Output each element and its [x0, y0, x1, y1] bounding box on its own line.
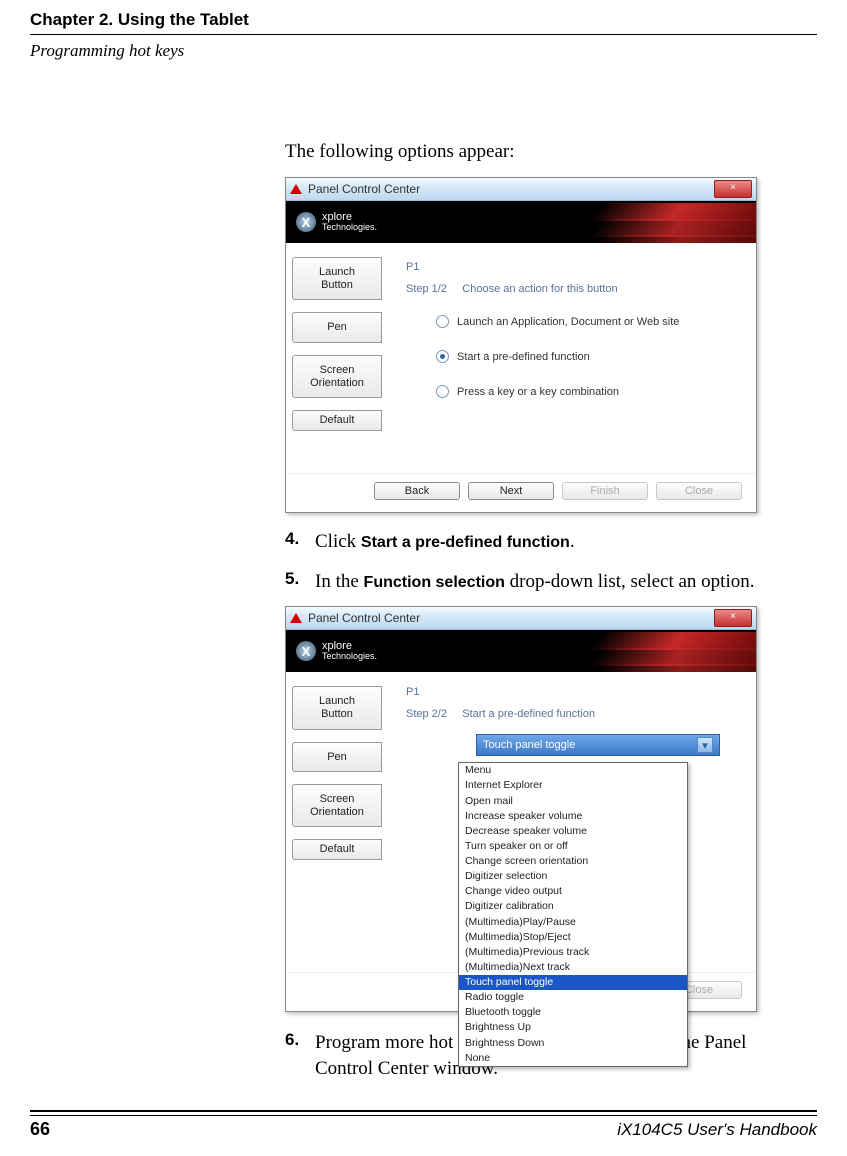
chevron-down-icon: ▾ — [697, 737, 713, 753]
step-indicator: Step 1/2 — [406, 283, 447, 295]
finish-button: Finish — [562, 482, 648, 500]
tab-pen[interactable]: Pen — [292, 742, 382, 773]
wizard-pane: P1 Step 2/2 Start a pre-defined function… — [388, 672, 756, 972]
section-subtitle: Programming hot keys — [30, 41, 817, 61]
radio-option-predefined[interactable]: Start a pre-defined function — [436, 350, 732, 363]
app-icon — [290, 613, 302, 623]
step-number: 6. — [285, 1030, 315, 1081]
dropdown-option[interactable]: Touch panel toggle — [459, 975, 687, 990]
dropdown-option[interactable]: Internet Explorer — [459, 778, 687, 793]
step-text: Click Start a pre-defined function. — [315, 529, 797, 555]
next-button[interactable]: Next — [468, 482, 554, 500]
combo-value: Touch panel toggle — [483, 739, 575, 751]
radio-label: Press a key or a key combination — [457, 386, 619, 398]
text-fragment: drop-down list, select an option. — [505, 571, 755, 592]
step-instruction: Choose an action for this button — [462, 283, 617, 295]
window-title: Panel Control Center — [308, 611, 714, 625]
text-fragment: In the — [315, 571, 364, 592]
tab-screen-orientation[interactable]: Screen Orientation — [292, 784, 382, 827]
dropdown-option[interactable]: (Multimedia)Stop/Eject — [459, 930, 687, 945]
step-5: 5. In the Function selection drop-down l… — [285, 569, 797, 595]
step-4: 4. Click Start a pre-defined function. — [285, 529, 797, 555]
step-number: 5. — [285, 569, 315, 595]
dropdown-option[interactable]: Brightness Up — [459, 1020, 687, 1035]
radio-icon — [436, 385, 449, 398]
radio-label: Launch an Application, Document or Web s… — [457, 316, 679, 328]
tab-screen-orientation[interactable]: Screen Orientation — [292, 355, 382, 398]
dropdown-option[interactable]: (Multimedia)Play/Pause — [459, 915, 687, 930]
close-icon[interactable]: × — [714, 609, 752, 627]
footer-rule-thin — [30, 1115, 817, 1116]
radio-option-launch-app[interactable]: Launch an Application, Document or Web s… — [436, 315, 732, 328]
dropdown-option[interactable]: Brightness Down — [459, 1036, 687, 1051]
header-rule — [30, 34, 817, 35]
tab-default[interactable]: Default — [292, 839, 382, 860]
brand-banner: X xplore Technologies. — [286, 630, 756, 672]
dropdown-option[interactable]: None — [459, 1051, 687, 1066]
dropdown-option[interactable]: Radio toggle — [459, 990, 687, 1005]
dropdown-option[interactable]: Open mail — [459, 794, 687, 809]
dropdown-option[interactable]: Increase speaker volume — [459, 809, 687, 824]
wizard-step-label: Step 1/2 Choose an action for this butto… — [406, 283, 732, 295]
screenshot-panel-2: Panel Control Center × X xplore Technolo… — [285, 606, 757, 1012]
brand-line2: Technologies. — [322, 652, 377, 662]
dropdown-option[interactable]: Bluetooth toggle — [459, 1005, 687, 1020]
banner-stripes — [586, 201, 756, 243]
tab-launch-button[interactable]: Launch Button — [292, 257, 382, 300]
dropdown-option[interactable]: Change screen orientation — [459, 854, 687, 869]
tab-launch-button[interactable]: Launch Button — [292, 686, 382, 729]
dropdown-option[interactable]: Menu — [459, 763, 687, 778]
dropdown-option[interactable]: (Multimedia)Previous track — [459, 945, 687, 960]
dialog-button-row: Back Next Finish Close — [286, 473, 756, 512]
button-id-label: P1 — [406, 686, 732, 698]
dropdown-option[interactable]: Decrease speaker volume — [459, 824, 687, 839]
dropdown-option[interactable]: Digitizer selection — [459, 869, 687, 884]
footer-book-title: iX104C5 User's Handbook — [617, 1120, 817, 1140]
dropdown-option[interactable]: Change video output — [459, 884, 687, 899]
brand-line2: Technologies. — [322, 223, 377, 233]
dropdown-option[interactable]: Digitizer calibration — [459, 899, 687, 914]
footer-rule-thick — [30, 1110, 817, 1112]
intro-text: The following options appear: — [285, 141, 797, 163]
ui-term: Function selection — [364, 574, 505, 591]
step-text: In the Function selection drop-down list… — [315, 569, 797, 595]
wizard-step-label: Step 2/2 Start a pre-defined function — [406, 708, 732, 720]
brand-logo-icon: X — [296, 212, 316, 232]
close-button: Close — [656, 482, 742, 500]
radio-label: Start a pre-defined function — [457, 351, 590, 363]
function-dropdown-list[interactable]: MenuInternet ExplorerOpen mailIncrease s… — [458, 762, 688, 1067]
function-selection-dropdown[interactable]: Touch panel toggle ▾ — [476, 734, 720, 756]
banner-stripes — [586, 630, 756, 672]
step-number: 4. — [285, 529, 315, 555]
text-fragment: Click — [315, 531, 361, 552]
window-title: Panel Control Center — [308, 182, 714, 196]
button-id-label: P1 — [406, 261, 732, 273]
tab-default[interactable]: Default — [292, 410, 382, 431]
radio-icon — [436, 315, 449, 328]
chapter-title: Chapter 2. Using the Tablet — [30, 10, 817, 30]
step-indicator: Step 2/2 — [406, 708, 447, 720]
brand-logo-icon: X — [296, 641, 316, 661]
side-tabs: Launch Button Pen Screen Orientation Def… — [286, 243, 388, 473]
tab-pen[interactable]: Pen — [292, 312, 382, 343]
radio-option-key-combo[interactable]: Press a key or a key combination — [436, 385, 732, 398]
step-instruction: Start a pre-defined function — [462, 708, 595, 720]
back-button[interactable]: Back — [374, 482, 460, 500]
page-number: 66 — [30, 1119, 50, 1140]
text-fragment: . — [570, 531, 575, 552]
window-titlebar: Panel Control Center × — [286, 607, 756, 630]
ui-term: Start a pre-defined function — [361, 534, 570, 551]
dropdown-option[interactable]: Turn speaker on or off — [459, 839, 687, 854]
brand-text: xplore Technologies. — [322, 211, 377, 233]
screenshot-panel-1: Panel Control Center × X xplore Technolo… — [285, 177, 757, 513]
radio-icon — [436, 350, 449, 363]
side-tabs: Launch Button Pen Screen Orientation Def… — [286, 672, 388, 972]
brand-text: xplore Technologies. — [322, 640, 377, 662]
brand-banner: X xplore Technologies. — [286, 201, 756, 243]
close-icon[interactable]: × — [714, 180, 752, 198]
dropdown-option[interactable]: (Multimedia)Next track — [459, 960, 687, 975]
window-titlebar: Panel Control Center × — [286, 178, 756, 201]
app-icon — [290, 184, 302, 194]
